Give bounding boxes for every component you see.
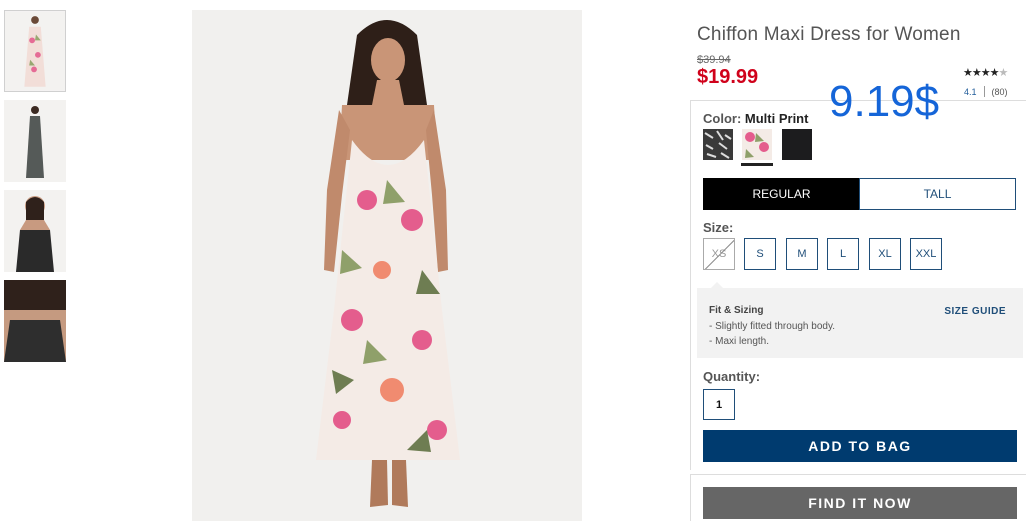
fit-tab-regular[interactable]: REGULAR [703, 178, 860, 210]
size-button-s[interactable]: S [744, 238, 776, 270]
color-label: Color: Multi Print [703, 111, 808, 126]
size-button-xl[interactable]: XL [869, 238, 901, 270]
product-title: Chiffon Maxi Dress for Women [697, 24, 961, 45]
size-label: Size: [703, 220, 734, 235]
size-button-xxl[interactable]: XXL [910, 238, 942, 270]
star-icon: ★ [989, 67, 1000, 79]
quantity-input[interactable]: 1 [703, 389, 735, 420]
size-button-xs[interactable]: XS [703, 238, 735, 270]
fit-sizing-box: Fit & Sizing SIZE GUIDE - Slightly fitte… [697, 282, 1023, 358]
thumbnail-front-image [5, 11, 65, 91]
size-button-l[interactable]: L [827, 238, 859, 270]
thumbnail-detail-front[interactable] [4, 190, 66, 272]
swatch-black-white-print-pattern [703, 129, 733, 160]
thumbnail-detail-back[interactable] [4, 280, 66, 362]
color-selected-name: Multi Print [744, 111, 809, 126]
swatch-black-white-print[interactable] [703, 129, 733, 160]
add-to-bag-button[interactable]: ADD TO BAG [703, 430, 1017, 462]
star-empty-icon: ★ [998, 67, 1009, 79]
original-price: $39.94 [697, 54, 731, 66]
size-button-m[interactable]: M [786, 238, 818, 270]
star-icon: ★ [980, 67, 991, 79]
sale-price: $19.99 [697, 66, 759, 88]
star-icon: ★ [971, 67, 982, 79]
star-icon: ★ [963, 67, 973, 79]
main-product-image[interactable] [192, 10, 582, 521]
review-count: (80) [991, 86, 1008, 97]
overlay-price-annotation: 9.19$ [829, 77, 940, 126]
rating-stars[interactable]: ★★★★★ [963, 66, 1009, 79]
fit-sizing-line: - Slightly fitted through body. [709, 321, 835, 332]
swatch-selected-indicator [741, 163, 773, 166]
rating-divider [983, 86, 985, 97]
fit-tab-tall[interactable]: TALL [859, 178, 1016, 210]
thumbnail-detail-front-image [4, 190, 66, 272]
swatch-black[interactable] [782, 129, 812, 160]
unavailable-slash [704, 239, 734, 269]
thumbnail-front[interactable] [4, 10, 66, 92]
rating-value: 4.1 [964, 86, 977, 97]
swatch-multi-print[interactable] [742, 129, 772, 160]
thumbnail-back-image [4, 100, 66, 182]
quantity-label: Quantity: [703, 369, 761, 384]
find-it-now-button[interactable]: FIND IT NOW [703, 487, 1017, 519]
fit-sizing-line: - Maxi length. [709, 336, 770, 347]
model-dress-image [192, 10, 582, 521]
color-label-prefix: Color: [703, 111, 742, 126]
size-guide-link[interactable]: SIZE GUIDE [944, 306, 1006, 317]
product-page: Chiffon Maxi Dress for Women $39.94 $19.… [0, 0, 1026, 521]
thumbnail-back[interactable] [4, 100, 66, 182]
swatch-multi-print-pattern [742, 129, 772, 160]
rating-summary[interactable]: 4.1 (80) [964, 86, 1008, 97]
thumbnail-detail-back-image [4, 280, 66, 362]
fit-sizing-title: Fit & Sizing [709, 305, 764, 316]
product-options-panel [690, 100, 1026, 470]
